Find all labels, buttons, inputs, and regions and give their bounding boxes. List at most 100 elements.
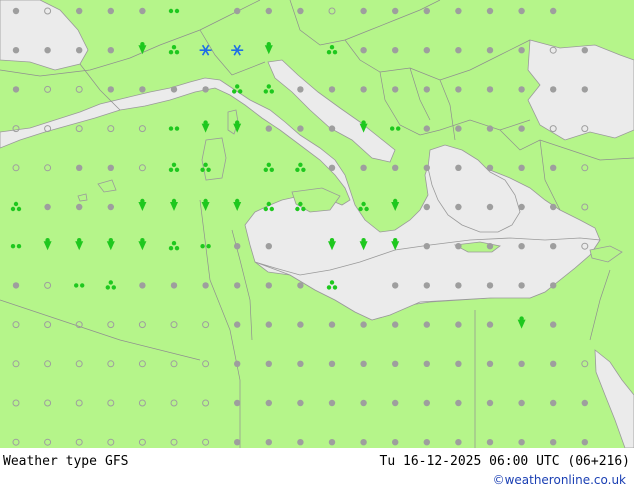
cloud-dot-icon: [455, 321, 462, 328]
cloud-dot-icon: [423, 7, 430, 15]
cloud-dot-icon: [12, 47, 20, 54]
cloud-dot-icon: [486, 86, 494, 93]
cloud-dot-icon: [392, 47, 399, 54]
cloud-dot-icon: [550, 86, 557, 93]
cloud-dot-icon: [455, 125, 462, 132]
cloud-dot-icon: [297, 321, 304, 328]
cloud-dot-icon: [550, 282, 557, 289]
cloud-dot-icon: [265, 282, 272, 289]
cloud-dot-icon: [265, 321, 272, 328]
cloud-dot-icon: [392, 321, 399, 328]
island-sardinia: [201, 137, 227, 181]
cloud-dot-icon: [518, 360, 525, 367]
cloud-dot-icon: [550, 399, 557, 407]
cloud-dot-icon: [423, 243, 430, 250]
model-name: GFS: [105, 454, 129, 469]
cloud-dot-icon: [360, 439, 367, 446]
cloud-dot-icon: [550, 439, 557, 446]
cloud-dot-icon: [486, 439, 494, 446]
cloud-dot-icon: [265, 439, 272, 446]
cloud-dot-icon: [76, 7, 83, 15]
cloud-dot-icon: [518, 125, 525, 132]
cloud-dot-icon: [360, 360, 367, 367]
cloud-dot-icon: [455, 243, 462, 250]
cloud-dot-icon: [234, 399, 241, 407]
cloud-dot-icon: [518, 439, 525, 446]
cloud-dot-icon: [486, 125, 494, 132]
cloud-dot-icon: [550, 203, 557, 211]
cloud-dot-icon: [265, 360, 272, 367]
cloud-dot-icon: [392, 399, 399, 407]
cloud-dot-icon: [139, 86, 146, 93]
cloud-dot-icon: [328, 439, 336, 446]
cloud-dot-icon: [550, 164, 557, 171]
cloud-dot-icon: [234, 7, 241, 15]
cloud-dot-icon: [518, 86, 525, 93]
cloud-dot-icon: [360, 399, 367, 407]
cloud-dot-icon: [297, 399, 304, 407]
cloud-dot-icon: [581, 439, 588, 446]
cloud-dot-icon: [328, 321, 336, 328]
cloud-dot-icon: [455, 7, 462, 15]
cloud-dot-icon: [234, 243, 241, 250]
cloud-dot-icon: [455, 86, 462, 93]
cloud-dot-icon: [486, 321, 494, 328]
cloud-dot-icon: [297, 439, 304, 446]
cloud-dot-icon: [12, 7, 20, 15]
cloud-dot-icon: [360, 86, 367, 93]
cloud-dot-icon: [518, 47, 525, 54]
cloud-dot-icon: [12, 282, 20, 289]
cloud-dot-icon: [455, 164, 462, 171]
cloud-dot-icon: [297, 282, 304, 289]
weather-map: [0, 0, 634, 449]
cloud-dot-icon: [107, 7, 115, 15]
cloud-dot-icon: [107, 203, 115, 211]
cloud-dot-icon: [423, 360, 430, 367]
cloud-dot-icon: [170, 282, 178, 289]
cloud-dot-icon: [423, 321, 430, 328]
cloud-dot-icon: [423, 203, 430, 211]
cloud-dot-icon: [486, 47, 494, 54]
cloud-dot-icon: [550, 243, 557, 250]
cloud-dot-icon: [265, 125, 272, 132]
cloud-dot-icon: [581, 399, 588, 407]
cloud-dot-icon: [486, 7, 494, 15]
cloud-dot-icon: [107, 164, 115, 171]
cloud-dot-icon: [486, 282, 494, 289]
cloud-dot-icon: [107, 47, 115, 54]
cloud-dot-icon: [392, 439, 399, 446]
cloud-dot-icon: [297, 7, 304, 15]
credit-link[interactable]: ©weatheronline.co.uk: [493, 473, 626, 487]
cloud-dot-icon: [392, 164, 399, 171]
cloud-dot-icon: [202, 282, 209, 289]
cloud-dot-icon: [518, 282, 525, 289]
cloud-dot-icon: [234, 439, 241, 446]
cloud-dot-icon: [486, 360, 494, 367]
cloud-dot-icon: [107, 86, 115, 93]
cloud-dot-icon: [486, 164, 494, 171]
cloud-dot-icon: [297, 125, 304, 132]
valid-time: Tu 16-12-2025 06:00 UTC (06+216): [379, 454, 630, 469]
cloud-dot-icon: [265, 243, 272, 250]
sea-black: [527, 39, 634, 141]
cloud-dot-icon: [455, 399, 462, 407]
cloud-dot-icon: [455, 439, 462, 446]
cloud-dot-icon: [139, 282, 146, 289]
cloud-dot-icon: [234, 282, 241, 289]
cloud-dot-icon: [423, 164, 430, 171]
cloud-dot-icon: [392, 282, 399, 289]
cloud-dot-icon: [139, 7, 146, 15]
cloud-dot-icon: [550, 321, 557, 328]
cloud-dot-icon: [518, 164, 525, 171]
cloud-dot-icon: [76, 203, 83, 211]
cloud-dot-icon: [392, 7, 399, 15]
cloud-dot-icon: [360, 321, 367, 328]
cloud-dot-icon: [297, 360, 304, 367]
cloud-dot-icon: [518, 7, 525, 15]
cloud-dot-icon: [392, 86, 399, 93]
cloud-dot-icon: [550, 360, 557, 367]
cloud-dot-icon: [455, 282, 462, 289]
cloud-dot-icon: [550, 7, 557, 15]
cloud-dot-icon: [12, 86, 20, 93]
cloud-dot-icon: [360, 7, 367, 15]
